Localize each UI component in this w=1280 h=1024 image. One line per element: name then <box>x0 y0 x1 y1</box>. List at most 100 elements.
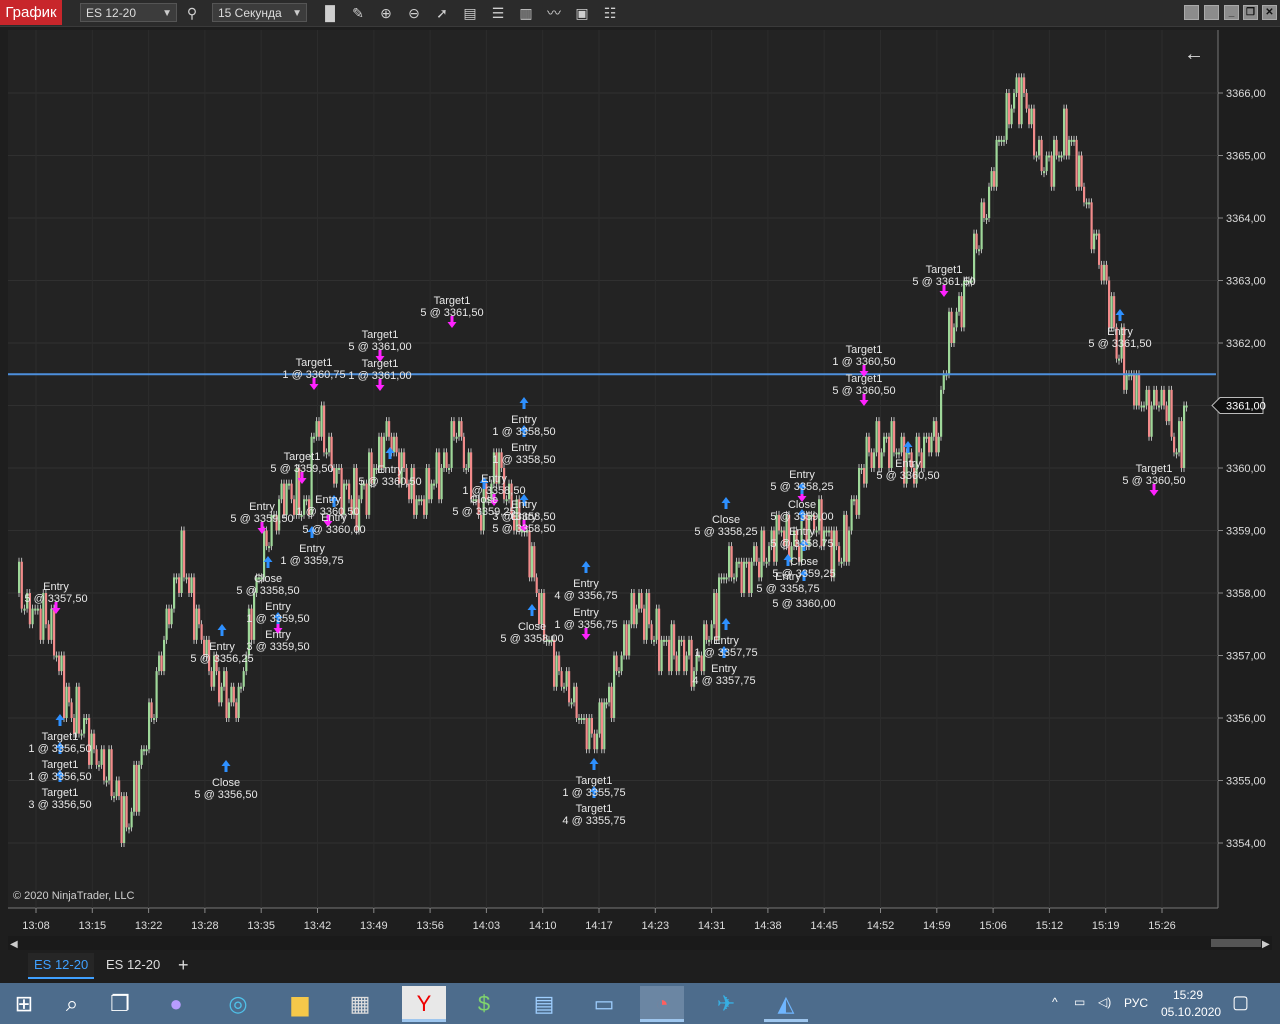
remote-desktop-icon[interactable]: ▭ <box>582 986 626 1022</box>
indicators-icon[interactable]: 〰 <box>544 3 564 23</box>
price-chart[interactable]: Entry5 @ 3357,50Target11 @ 3356,50Target… <box>8 30 1272 950</box>
scroll-right-icon[interactable]: ▶ <box>1262 939 1270 950</box>
candle-body <box>1088 202 1091 205</box>
zoom-out-icon[interactable]: ⊖ <box>404 3 424 23</box>
candle-body <box>765 561 768 564</box>
annotation-fill: 5 @ 3360,50 <box>832 385 895 397</box>
candle-body <box>653 639 656 642</box>
annotation-fill: 5 @ 3360,50 <box>358 476 421 488</box>
properties-icon[interactable]: ☷ <box>600 3 620 23</box>
horizontal-scrollbar[interactable] <box>8 936 1272 950</box>
candle-body <box>403 452 406 468</box>
calculator-icon[interactable]: ▤ <box>522 986 566 1022</box>
annotation-fill: 5 @ 3361,50 <box>912 276 975 288</box>
annotation-fill: 5 @ 3359,25 <box>452 506 515 518</box>
tab-es-12-20-active[interactable]: ES 12-20 <box>28 953 95 979</box>
ninjatrader-icon[interactable]: ◔ <box>640 986 684 1022</box>
bar-type-icon[interactable]: ▥ <box>516 3 536 23</box>
maximize-button[interactable]: ❐ <box>1243 5 1258 20</box>
yandex-browser-icon[interactable]: Y <box>402 986 446 1022</box>
chart-trader-icon[interactable]: ☰ <box>488 3 508 23</box>
candle-body <box>385 421 388 437</box>
store-icon[interactable]: ▦ <box>338 986 382 1022</box>
navigator-icon[interactable]: ◭ <box>764 986 808 1022</box>
candle-body <box>1138 374 1141 406</box>
annotation-fill: 1 @ 3360,75 <box>282 369 345 381</box>
add-tab-button[interactable]: + <box>172 953 195 977</box>
pointer-icon[interactable]: ➚ <box>432 3 452 23</box>
tab-es-12-20[interactable]: ES 12-20 <box>100 953 166 977</box>
chart-area[interactable]: Entry 5 @ 3357,50 Target1 1 @ 3356,50 Target… <box>8 30 1272 950</box>
candle-body <box>1155 389 1158 406</box>
candle-body <box>1043 171 1046 174</box>
alice-icon[interactable]: ● <box>154 986 198 1022</box>
minimize-button[interactable]: _ <box>1224 5 1239 20</box>
candle-body <box>900 436 903 453</box>
bar-chart-icon[interactable]: ▐▌ <box>320 3 340 23</box>
notifications-icon[interactable]: ▢ <box>1232 992 1249 1013</box>
draw-pencil-icon[interactable]: ✎ <box>348 3 368 23</box>
annotation-fill: 5 @ 3361,00 <box>348 341 411 353</box>
search-icon[interactable]: ⚲ <box>182 3 202 23</box>
candle-body <box>433 483 436 486</box>
metatrader-icon[interactable]: $ <box>462 986 506 1022</box>
strategies-icon[interactable]: ▣ <box>572 3 592 23</box>
candle-body <box>1133 374 1136 406</box>
annotation-fill: 5 @ 3360,00 <box>772 598 835 610</box>
windows-taskbar: ⊞ ⌕ ❐ ● ◎ ▆ ▦ Y $ ▤ ▭ ◔ ✈ ◭ ^ ▭ ◁) РУС 1… <box>0 983 1280 1024</box>
candle-body <box>465 468 468 470</box>
candle-body <box>828 530 831 533</box>
window-button-2[interactable] <box>1204 5 1219 20</box>
language-indicator[interactable]: РУС <box>1124 996 1148 1010</box>
chart-window-badge[interactable]: График <box>0 0 62 25</box>
back-arrow-icon[interactable]: ← <box>1184 43 1204 65</box>
data-box-icon[interactable]: ▤ <box>460 3 480 23</box>
clock-time[interactable]: 15:29 <box>1173 988 1203 1002</box>
annotation-type: Entry <box>573 578 599 590</box>
instrument-selector[interactable]: ES 12-20 ▼ <box>80 3 177 22</box>
scrollbar-thumb[interactable] <box>1211 939 1261 947</box>
candle-body <box>505 499 508 502</box>
chevron-down-icon: ▼ <box>162 8 172 19</box>
candle-body <box>888 436 891 468</box>
zoom-in-icon[interactable]: ⊕ <box>376 3 396 23</box>
candle-body <box>728 546 731 578</box>
close-button[interactable]: ✕ <box>1262 5 1277 20</box>
file-explorer-icon[interactable]: ▆ <box>278 986 322 1022</box>
candle-body <box>1048 155 1051 158</box>
candle-body <box>1090 202 1093 250</box>
candle-body <box>78 686 81 734</box>
interval-selector[interactable]: 15 Секунда ▼ <box>212 3 307 22</box>
windows-start-icon[interactable]: ⊞ <box>2 986 46 1022</box>
candle-body <box>1180 421 1183 468</box>
edge-icon[interactable]: ◎ <box>216 986 260 1022</box>
candle-body <box>1080 155 1083 187</box>
candle-body <box>863 468 866 484</box>
candle-body <box>985 218 988 220</box>
annotation-fill: 1 @ 3359,75 <box>280 555 343 567</box>
network-icon[interactable]: ▭ <box>1074 995 1085 1009</box>
price-axis-label: 3363,00 <box>1226 276 1266 288</box>
candle-body <box>983 202 986 218</box>
annotation-fill: 5 @ 3359,50 <box>270 463 333 475</box>
volume-icon[interactable]: ◁) <box>1098 995 1111 1009</box>
candle-body <box>678 639 681 672</box>
search-icon[interactable]: ⌕ <box>50 986 94 1022</box>
candle-body <box>467 452 470 468</box>
tray-chevron-icon[interactable]: ^ <box>1052 995 1058 1009</box>
annotation-fill: 5 @ 3358,75 <box>756 583 819 595</box>
task-view-icon[interactable]: ❐ <box>98 986 142 1022</box>
clock-date[interactable]: 05.10.2020 <box>1161 1005 1221 1019</box>
time-axis-label: 15:26 <box>1148 920 1176 932</box>
window-button-1[interactable] <box>1184 5 1199 20</box>
candle-body <box>648 593 651 625</box>
candle-body <box>993 171 996 187</box>
candle-body <box>320 405 323 437</box>
candle-body <box>705 624 708 640</box>
candle-body <box>313 436 316 439</box>
scroll-left-icon[interactable]: ◀ <box>10 939 18 950</box>
candle-body <box>53 608 56 656</box>
candle-body <box>975 233 978 250</box>
telegram-icon[interactable]: ✈ <box>704 986 748 1022</box>
annotation-type: Close <box>254 573 282 585</box>
